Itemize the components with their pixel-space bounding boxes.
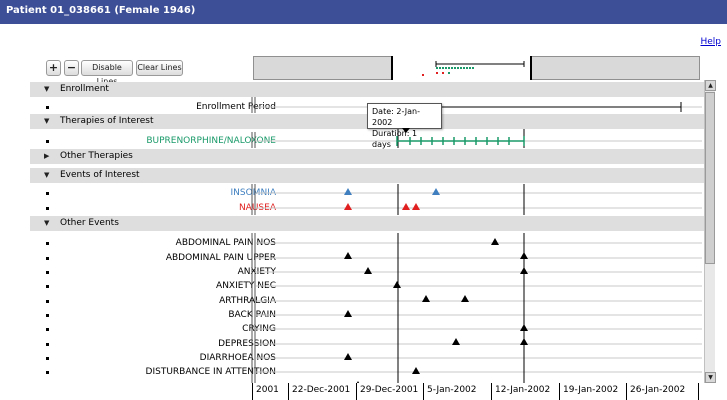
overview-nausea-mark [422,74,424,76]
insomnia-event-marker [344,188,352,195]
zoom-in-button[interactable]: + [46,60,61,76]
event-marker [422,295,430,302]
row-axis-bars [251,97,256,383]
other-event-markers [344,238,528,383]
overview-insomnia-mark [448,72,450,74]
event-marker [344,353,352,360]
window-title: Patient 01_038661 (Female 1946) [6,5,196,16]
tooltip-pointer-icon [402,128,410,133]
event-marker [520,338,528,345]
nausea-event-marker [344,203,352,210]
event-marker [461,295,469,302]
overview-nausea-mark [442,72,444,74]
event-marker [344,310,352,317]
x-axis-tick-label: 29-Dec-2001 [356,383,418,400]
event-marker [364,267,372,274]
timeline-overview[interactable] [253,56,700,80]
clear-lines-button[interactable]: Clear Lines [136,60,183,76]
zoom-out-button[interactable]: − [64,60,79,76]
x-axis: 2001 22-Dec-2001 29-Dec-2001 5-Jan-2002 … [252,383,704,400]
x-axis-tick-label: 2001 [252,383,279,400]
title-bar: Patient 01_038661 (Female 1946) [0,0,727,24]
event-marker [520,324,528,331]
nausea-event-marker [412,203,420,210]
row-gridlines [256,106,702,373]
vertical-scrollbar[interactable]: ▲ ▼ [704,80,716,383]
insomnia-event-marker [432,188,440,195]
scrollbar-thumb[interactable] [705,92,715,264]
event-marker [452,338,460,345]
scroll-down-arrow-icon[interactable]: ▼ [705,372,716,383]
enrollment-period-bar [435,102,682,112]
reference-lines [397,129,525,383]
nausea-event-marker [402,203,410,210]
x-axis-tick-end [698,383,702,400]
event-marker [520,252,528,259]
x-axis-tick-label: 12-Jan-2002 [491,383,550,400]
tooltip-date: Date: 2-Jan-2002 [372,107,420,127]
x-axis-tick-label: 26-Jan-2002 [626,383,685,400]
x-axis-tick-label: 5-Jan-2002 [423,383,477,400]
scroll-up-arrow-icon[interactable]: ▲ [705,80,716,91]
help-link[interactable]: Help [700,37,721,47]
x-axis-tick-label: 19-Jan-2002 [559,383,618,400]
event-marker [412,367,420,374]
event-tooltip: Date: 2-Jan-2002 Duration: 1 days [367,103,442,149]
x-axis-tick-label: 22-Dec-2001 [288,383,350,400]
event-marker [491,238,499,245]
event-marker [344,252,352,259]
overview-marks [422,61,525,76]
event-marker [520,267,528,274]
disable-lines-button[interactable]: Disable Lines [81,60,133,86]
event-marker [393,281,401,288]
overview-nausea-mark [436,72,438,74]
